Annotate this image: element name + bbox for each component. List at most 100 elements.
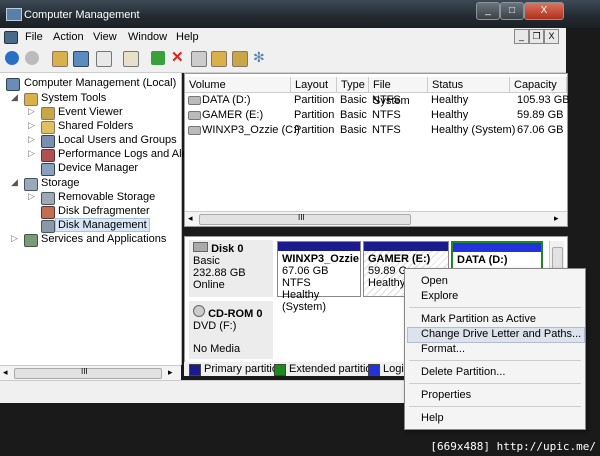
menu-item-delete-partition[interactable]: Delete Partition... (421, 366, 505, 378)
tree-item-disk-management[interactable]: Disk Management (55, 218, 150, 232)
column-header-file-system[interactable]: File System (369, 77, 428, 107)
menu-item-properties[interactable]: Properties (421, 389, 471, 401)
collapse-icon[interactable]: ◢ (11, 177, 18, 188)
tree-item-system-tools[interactable]: System Tools (41, 92, 106, 104)
disk0-size: 232.88 GB (193, 267, 246, 279)
scroll-right-icon[interactable]: ▸ (554, 213, 559, 224)
app-menu-icon[interactable] (4, 31, 18, 44)
primary-partition-swatch (189, 364, 201, 376)
cell-file-system: NTFS (372, 94, 401, 106)
menu-separator (409, 406, 581, 407)
properties-icon[interactable] (96, 51, 112, 67)
mdi-minimize-button[interactable]: _ (514, 29, 529, 44)
list-horizontal-scrollbar[interactable]: ◂ III ▸ (185, 211, 567, 226)
close-button[interactable]: X (524, 2, 564, 20)
menu-item-mark-active[interactable]: Mark Partition as Active (421, 313, 536, 325)
tree-item-root[interactable]: Computer Management (Local) (24, 77, 176, 89)
cdrom0-media: No Media (193, 343, 241, 355)
menu-item-change-drive-letter[interactable]: Change Drive Letter and Paths... (421, 328, 581, 340)
tree-item-event-viewer[interactable]: Event Viewer (58, 106, 123, 118)
column-header-status[interactable]: Status (428, 77, 510, 93)
title-bar: Computer Management _ □ X (0, 0, 600, 28)
scrollbar-thumb[interactable]: III (14, 367, 162, 379)
scrollbar-grip: III (298, 213, 305, 222)
search-icon[interactable] (232, 51, 248, 67)
legend-primary: Primary partition (204, 363, 285, 375)
scroll-right-icon[interactable]: ▸ (168, 367, 173, 378)
expand-icon[interactable]: ▷ (28, 120, 35, 131)
back-icon[interactable] (5, 51, 19, 65)
forward-icon[interactable] (25, 51, 39, 65)
expand-icon[interactable]: ▷ (28, 134, 35, 145)
tree-item-local-users[interactable]: Local Users and Groups (58, 134, 177, 146)
mdi-restore-button[interactable]: ❐ (529, 29, 544, 44)
menu-item-open[interactable]: Open (421, 275, 448, 287)
tree-horizontal-scrollbar[interactable]: ◂ III ▸ (0, 365, 181, 380)
scrollbar-grip: III (81, 367, 88, 376)
tree-item-shared-folders[interactable]: Shared Folders (58, 120, 133, 132)
disk0-info[interactable]: Disk 0 Basic 232.88 GB Online (189, 240, 273, 297)
up-folder-icon[interactable] (52, 51, 68, 67)
column-header-layout[interactable]: Layout (291, 77, 337, 93)
partition-winxp3[interactable]: WINXP3_Ozzie 67.06 GB NTFS Healthy (Syst… (277, 241, 361, 313)
window-title: Computer Management (24, 9, 140, 21)
tree-item-defragmenter[interactable]: Disk Defragmenter (58, 205, 150, 217)
expand-icon[interactable]: ▷ (28, 148, 35, 159)
disk-management-icon (41, 220, 55, 233)
menu-item-help[interactable]: Help (421, 412, 444, 424)
column-header-volume[interactable]: Volume (185, 77, 291, 93)
disk0-name: Disk 0 (211, 243, 244, 255)
scroll-left-icon[interactable]: ◂ (188, 213, 193, 224)
context-menu: Open Explore Mark Partition as Active Ch… (404, 268, 586, 430)
menu-item-format[interactable]: Format... (421, 343, 465, 355)
logical-drive-swatch (368, 364, 380, 376)
logical-drive-bar (453, 243, 541, 252)
scroll-left-icon[interactable]: ◂ (3, 367, 8, 378)
expand-icon[interactable]: ▷ (28, 191, 35, 202)
help-icon[interactable] (123, 51, 139, 67)
tree-item-services[interactable]: Services and Applications (41, 233, 166, 245)
menu-bar: File Action View Window Help (0, 28, 566, 46)
cell-layout: Partition (294, 94, 335, 106)
settings-icon[interactable]: ✻ (253, 50, 267, 65)
expand-icon[interactable]: ▷ (11, 233, 18, 244)
partition-name: WINXP3_Ozzie (282, 253, 360, 265)
device-manager-icon (41, 163, 55, 176)
cdrom0-info[interactable]: CD-ROM 0 DVD (F:) No Media (189, 301, 273, 359)
menu-window[interactable]: Window (128, 31, 167, 43)
open-icon[interactable] (211, 51, 227, 67)
scrollbar-thumb[interactable]: III (199, 213, 411, 225)
cell-capacity: 59.89 GB (517, 109, 564, 121)
check-icon[interactable] (151, 51, 165, 65)
menu-action[interactable]: Action (53, 31, 84, 43)
maximize-button[interactable]: □ (500, 2, 524, 20)
refresh-icon[interactable] (191, 51, 207, 67)
expand-icon[interactable]: ▷ (28, 106, 35, 117)
primary-partition-bar (364, 242, 448, 251)
cell-capacity: 105.93 GB (517, 94, 570, 106)
collapse-icon[interactable]: ◢ (11, 92, 18, 103)
minimize-button[interactable]: _ (476, 2, 500, 20)
tree-item-device-manager[interactable]: Device Manager (58, 162, 138, 174)
cell-status: Healthy (System) (431, 124, 516, 136)
delete-icon[interactable]: ✕ (171, 50, 185, 65)
column-header-type[interactable]: Type (337, 77, 369, 93)
menu-view[interactable]: View (93, 31, 117, 43)
show-hide-tree-icon[interactable] (73, 51, 89, 67)
menu-file[interactable]: File (25, 31, 43, 43)
tree-item-removable-storage[interactable]: Removable Storage (58, 191, 155, 203)
toolbar: ✕ ✻ (0, 46, 566, 73)
cell-file-system: NTFS (372, 124, 401, 136)
menu-item-explore[interactable]: Explore (421, 290, 458, 302)
tree-item-storage[interactable]: Storage (41, 177, 80, 189)
console-tree: Computer Management (Local) ◢ System Too… (0, 73, 200, 365)
defragmenter-icon (41, 206, 55, 219)
column-header-capacity[interactable]: Capacity (510, 77, 567, 93)
cdrom0-type: DVD (F:) (193, 320, 237, 332)
watermark-text: [669x488] http://upic.me/ (430, 440, 596, 453)
tree-item-perf-logs[interactable]: Performance Logs and Alerts (58, 148, 200, 160)
menu-help[interactable]: Help (176, 31, 199, 43)
mdi-close-button[interactable]: X (544, 29, 559, 44)
cell-status: Healthy (431, 109, 469, 121)
menu-separator (409, 360, 581, 361)
